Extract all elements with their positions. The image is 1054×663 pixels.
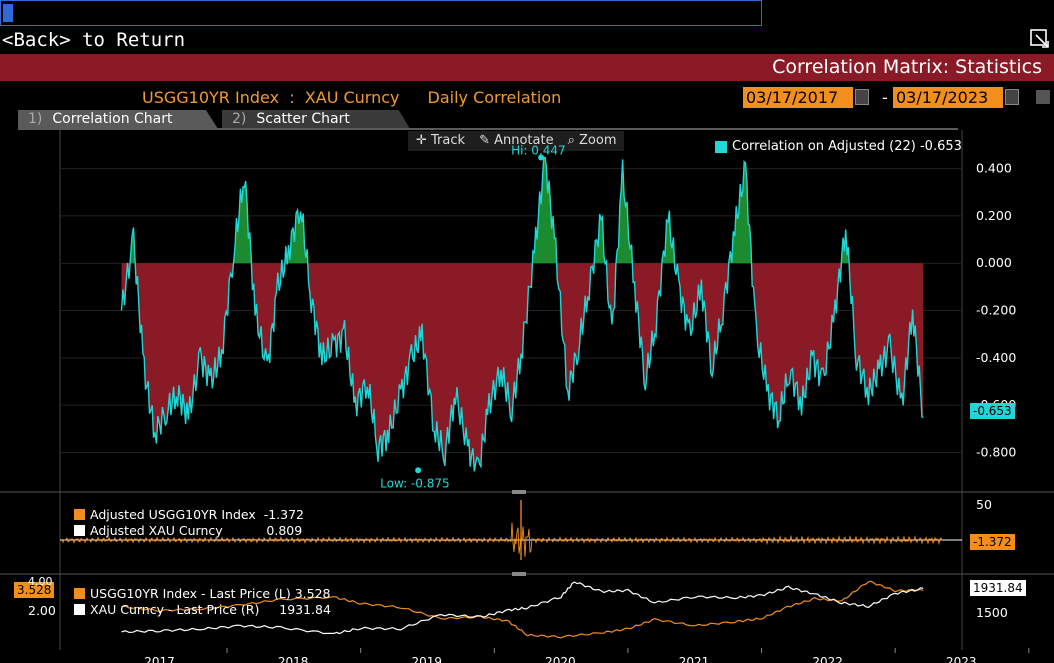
y-tick-label: -0.800 (976, 445, 1016, 460)
y-tick-label: -0.200 (976, 303, 1016, 318)
legend-series-name: Adjusted XAU Curncy (90, 523, 223, 538)
current-xau-tag: 1931.84 (970, 580, 1026, 596)
legend-series-value: -1.372 (263, 507, 304, 522)
legend-series-value: 3.528 (294, 586, 331, 601)
x-tick-label: 2017 (144, 655, 175, 663)
y-tick-label: 2.00 (28, 603, 56, 618)
y-tick-label: 0.400 (976, 161, 1012, 176)
legend-adjusted-usgg10yr: Adjusted USGG10YR Index -1.372 (74, 507, 304, 522)
y-tick-label: 0.000 (976, 255, 1012, 270)
legend-gap (223, 523, 267, 538)
legend-series-name: USGG10YR Index - Last Price (L) (90, 586, 291, 601)
legend-swatch (74, 509, 85, 520)
panel-resize-handle (512, 490, 526, 494)
current-correlation-tag: -0.653 (970, 403, 1015, 419)
low-marker (415, 467, 422, 474)
legend-swatch (74, 525, 85, 536)
legend-series-name: Adjusted USGG10YR Index (90, 507, 256, 522)
panel-resize-handle (512, 572, 526, 576)
x-tick-label: 2018 (278, 655, 309, 663)
x-tick-label: 2023 (946, 655, 977, 663)
legend-series-value: 0.809 (266, 523, 303, 538)
low-label: Low: -0.875 (380, 476, 450, 490)
legend-series-value: 1931.84 (279, 602, 331, 617)
y-tick-label: 50 (976, 497, 992, 512)
y-tick-label: -0.400 (976, 350, 1016, 365)
legend-gap (256, 507, 264, 522)
legend-swatch (74, 604, 85, 615)
legend-usgg10yr-last: USGG10YR Index - Last Price (L) 3.528 (74, 586, 331, 601)
x-tick-label: 2019 (411, 655, 442, 663)
current-adjusted-tag: -1.372 (970, 534, 1015, 550)
x-tick-label: 2020 (545, 655, 576, 663)
legend-series-name: XAU Curncy - Last Price (R) (90, 602, 260, 617)
legend-xau-last: XAU Curncy - Last Price (R) 1931.84 (74, 602, 331, 617)
y-tick-label: 0.200 (976, 208, 1012, 223)
y-tick-label: 4.00 (28, 575, 53, 588)
legend-gap (259, 602, 279, 617)
y-tick-label: 1500 (976, 605, 1008, 620)
legend-swatch (74, 588, 85, 599)
high-label: Hi: 0.447 (511, 143, 566, 157)
x-tick-label: 2022 (812, 655, 843, 663)
legend-adjusted-xau: Adjusted XAU Curncy 0.809 (74, 523, 302, 538)
x-tick-label: 2021 (679, 655, 710, 663)
chart-canvas: 0.4000.2000.000-0.200-0.400-0.600-0.800H… (0, 130, 1054, 663)
